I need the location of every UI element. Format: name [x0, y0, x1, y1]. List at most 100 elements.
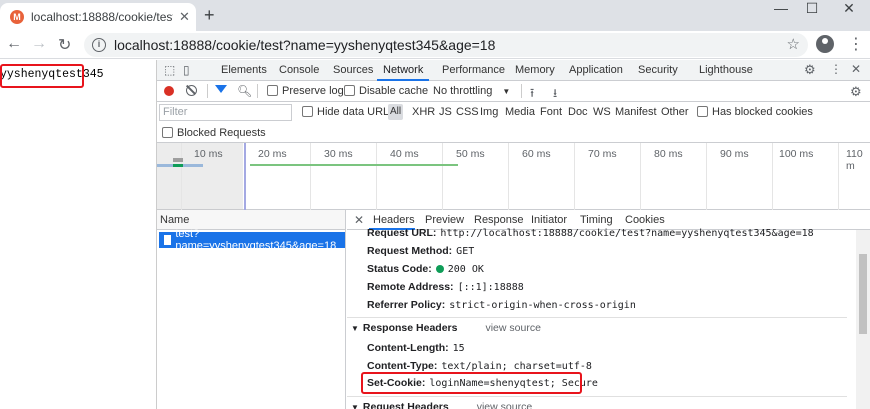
tick-label: 40 ms [390, 148, 419, 160]
devtools-menu-icon[interactable]: ⋮ [830, 62, 842, 76]
tab-response[interactable]: Response [474, 214, 524, 226]
reload-icon[interactable]: ↻ [58, 35, 71, 55]
expand-triangle-icon: ▼ [351, 403, 359, 409]
browser-tab[interactable]: M localhost:18888/cookie/test?n ✕ [0, 3, 196, 31]
hide-data-urls-label: Hide data URLs [317, 106, 395, 118]
devtools-panel: ⬚ ▯ Elements Console Sources Network Per… [157, 60, 870, 409]
new-tab-icon[interactable]: + [204, 5, 215, 26]
maximize-icon[interactable]: ☐ [797, 0, 827, 18]
tab-memory[interactable]: Memory [515, 64, 555, 76]
tab-timing[interactable]: Timing [580, 214, 613, 226]
device-toolbar-icon[interactable]: ▯ [183, 63, 190, 77]
detail-scrollbar[interactable] [856, 230, 870, 409]
request-url-label: Request URL: [367, 227, 437, 239]
tab-lighthouse[interactable]: Lighthouse [699, 64, 753, 76]
filter-funnel-icon[interactable] [215, 85, 227, 93]
forward-arrow-icon[interactable]: → [31, 35, 47, 53]
browser-menu-icon[interactable]: ⋮ [848, 34, 864, 54]
type-filter-css[interactable]: CSS [456, 106, 479, 118]
tab-preview[interactable]: Preview [425, 214, 464, 226]
referrer-policy-row: Referrer Policy: strict-origin-when-cross… [367, 299, 636, 311]
has-blocked-cookies-checkbox[interactable]: Has blocked cookies [697, 106, 813, 118]
tick-line [838, 143, 839, 210]
dom-content-loaded-marker [244, 143, 246, 210]
chevron-down-icon: ▼ [502, 87, 511, 96]
tick-label: 90 ms [720, 148, 749, 160]
type-filter-js[interactable]: JS [439, 106, 452, 118]
hide-data-urls-checkbox[interactable]: Hide data URLs [302, 106, 395, 118]
response-view-source-link[interactable]: view source [485, 322, 540, 334]
request-headers-section[interactable]: ▼ Request Headers view source [351, 401, 532, 409]
bookmark-star-icon[interactable]: ☆ [787, 35, 800, 53]
type-filter-other[interactable]: Other [661, 106, 689, 118]
type-filter-ws[interactable]: WS [593, 106, 611, 118]
disable-cache-checkbox[interactable]: Disable cache [344, 85, 428, 97]
tab-network[interactable]: Network [383, 64, 423, 76]
tab-initiator[interactable]: Initiator [531, 214, 567, 226]
tick-line [706, 143, 707, 210]
tick-label: 30 ms [324, 148, 353, 160]
tab-close-icon[interactable]: ✕ [179, 9, 190, 25]
blocked-requests-checkbox[interactable]: Blocked Requests [162, 127, 266, 139]
settings-gear-icon[interactable]: ⚙ [804, 62, 816, 78]
tab-cookies[interactable]: Cookies [625, 214, 665, 226]
type-filter-font[interactable]: Font [540, 106, 562, 118]
highlight-box-set-cookie [361, 372, 582, 394]
content-length-value[interactable]: 15 [453, 343, 465, 354]
tick-line [640, 143, 641, 210]
network-settings-gear-icon[interactable]: ⚙ [850, 84, 862, 100]
tick-label: 60 ms [522, 148, 551, 160]
inspect-element-icon[interactable]: ⬚ [164, 63, 175, 77]
throttling-select[interactable]: No throttling ▼ [433, 85, 510, 97]
type-filter-doc[interactable]: Doc [568, 106, 588, 118]
request-name: test?name=yyshenyqtest345&age=18 [175, 228, 337, 252]
clear-icon[interactable] [186, 85, 197, 96]
profile-avatar-icon[interactable] [816, 35, 834, 53]
search-icon[interactable]: 🔍︎ [237, 84, 252, 98]
address-bar[interactable]: i localhost:18888/cookie/test?name=yyshe… [84, 33, 808, 57]
type-filter-img[interactable]: Img [480, 106, 498, 118]
tab-elements[interactable]: Elements [221, 64, 267, 76]
request-row-selected[interactable]: test?name=yyshenyqtest345&age=18 [159, 228, 345, 252]
blocked-requests-label: Blocked Requests [177, 127, 266, 139]
waterfall-bar [173, 158, 183, 162]
tab-performance[interactable]: Performance [442, 64, 505, 76]
tab-sources[interactable]: Sources [333, 64, 373, 76]
record-icon[interactable] [164, 86, 174, 96]
tick-line [442, 143, 443, 210]
back-arrow-icon[interactable]: ← [6, 35, 22, 53]
type-filter-manifest[interactable]: Manifest [615, 106, 657, 118]
name-column-header[interactable]: Name [157, 210, 345, 230]
tab-security[interactable]: Security [638, 64, 678, 76]
preserve-log-checkbox[interactable]: Preserve log [267, 85, 344, 97]
status-code-value[interactable]: 200 OK [448, 264, 484, 275]
tab-title: localhost:18888/cookie/test?n [31, 10, 173, 24]
close-detail-icon[interactable]: ✕ [354, 213, 364, 227]
url-text[interactable]: localhost:18888/cookie/test?name=yysheny… [114, 37, 495, 53]
referrer-policy-value[interactable]: strict-origin-when-cross-origin [449, 300, 636, 311]
waterfall-bar [173, 164, 183, 167]
tab-application[interactable]: Application [569, 64, 623, 76]
timeline-overview[interactable]: 10 ms 20 ms 30 ms 40 ms 50 ms 60 ms 70 m… [157, 143, 870, 210]
expand-triangle-icon: ▼ [351, 324, 359, 333]
request-view-source-link[interactable]: view source [477, 401, 532, 409]
filter-input[interactable]: Filter [159, 104, 292, 121]
remote-address-value[interactable]: [::1]:18888 [458, 282, 524, 293]
type-filter-xhr[interactable]: XHR [412, 106, 435, 118]
window-close-icon[interactable]: ✕ [834, 0, 864, 18]
site-info-icon[interactable]: i [92, 38, 106, 52]
type-filter-all[interactable]: All [388, 104, 403, 120]
devtools-close-icon[interactable]: ✕ [851, 62, 861, 76]
request-url-value[interactable]: http://localhost:18888/cookie/test?name=… [440, 228, 813, 239]
scrollbar-thumb[interactable] [859, 254, 867, 334]
type-filter-media[interactable]: Media [505, 106, 535, 118]
tab-strip: M localhost:18888/cookie/test?n ✕ + — ☐ … [0, 0, 870, 31]
tick-label: 70 ms [588, 148, 617, 160]
tab-console[interactable]: Console [279, 64, 319, 76]
request-method-value[interactable]: GET [456, 246, 474, 257]
minimize-icon[interactable]: — [766, 0, 796, 18]
response-headers-section[interactable]: ▼ Response Headers view source [351, 322, 541, 334]
has-blocked-cookies-label: Has blocked cookies [712, 106, 813, 118]
tab-headers[interactable]: Headers [373, 214, 415, 226]
content-type-value[interactable]: text/plain; charset=utf-8 [441, 361, 592, 372]
